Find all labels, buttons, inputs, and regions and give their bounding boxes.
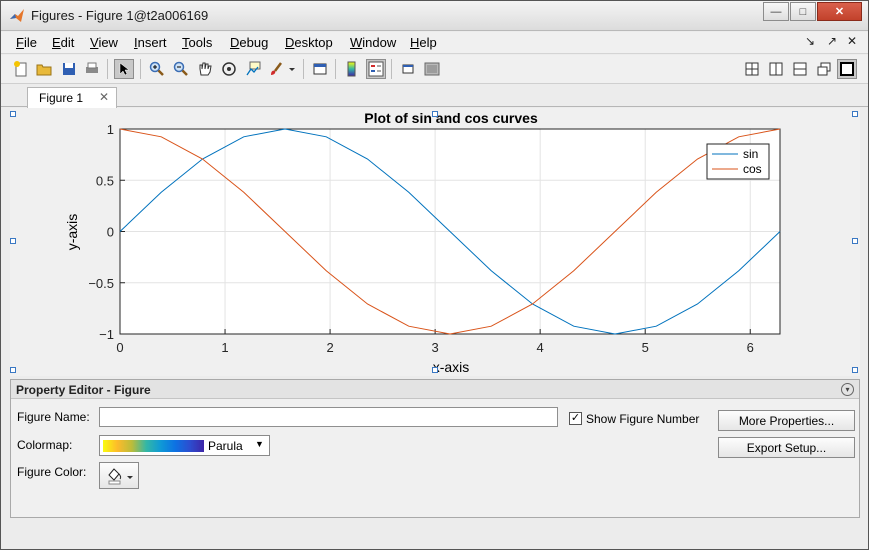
brush-dropdown-icon[interactable]: [286, 59, 298, 79]
selection-handle[interactable]: [432, 111, 438, 117]
y-tick-label: −1: [99, 327, 114, 342]
maximize-icon[interactable]: [837, 59, 857, 79]
pan-icon[interactable]: [195, 59, 215, 79]
maximize-button[interactable]: □: [790, 2, 816, 21]
plot-svg[interactable]: Plot of sin and cos curves x-axis y-axis…: [10, 108, 860, 376]
data-cursor-icon[interactable]: [243, 59, 263, 79]
colormap-value: Parula: [208, 439, 243, 453]
colormap-select[interactable]: Parula ▼: [99, 435, 270, 456]
more-properties-button[interactable]: More Properties...: [718, 410, 855, 431]
x-axis-label: x-axis: [433, 359, 470, 375]
menu-window[interactable]: Window: [350, 35, 396, 50]
edit-plot-icon[interactable]: [114, 59, 134, 79]
menu-file[interactable]: File: [16, 35, 37, 50]
menu-edit[interactable]: Edit: [52, 35, 74, 50]
print-icon[interactable]: [82, 59, 102, 79]
colormap-label: Colormap:: [17, 438, 73, 452]
legend-label: cos: [743, 162, 762, 176]
close-figure-icon[interactable]: ✕: [847, 34, 857, 48]
export-setup-button[interactable]: Export Setup...: [718, 437, 855, 458]
zoom-out-icon[interactable]: [171, 59, 191, 79]
chevron-down-icon: ▼: [255, 439, 264, 449]
y-tick-label: 0: [107, 225, 114, 240]
dock-icon[interactable]: ↗: [827, 34, 837, 48]
y-tick-label: −0.5: [88, 276, 114, 291]
figure-name-label: Figure Name:: [17, 410, 90, 424]
y-tick-label: 0.5: [96, 173, 114, 188]
colorbar-icon[interactable]: [342, 59, 362, 79]
collapse-icon[interactable]: ▾: [841, 383, 854, 396]
save-icon[interactable]: [59, 59, 79, 79]
tab-close-icon[interactable]: ✕: [99, 90, 109, 104]
tab-figure-1[interactable]: Figure 1 ✕: [27, 87, 117, 108]
menu-bar: File Edit View Insert Tools Debug Deskto…: [1, 32, 868, 54]
selection-handle[interactable]: [10, 111, 16, 117]
brush-icon[interactable]: [266, 59, 286, 79]
selection-handle[interactable]: [852, 367, 858, 373]
legend-label: sin: [743, 147, 758, 161]
x-tick-label: 2: [326, 340, 333, 355]
menu-insert[interactable]: Insert: [134, 35, 167, 50]
chart-title: Plot of sin and cos curves: [364, 110, 538, 126]
x-tick-label: 4: [537, 340, 544, 355]
float-icon[interactable]: [814, 59, 834, 79]
selection-handle[interactable]: [432, 367, 438, 373]
window-title: Figures - Figure 1@t2a006169: [31, 8, 209, 23]
figure-color-label: Figure Color:: [17, 465, 87, 479]
x-tick-label: 1: [221, 340, 228, 355]
show-plot-tools-icon[interactable]: [422, 59, 442, 79]
property-editor-title: Property Editor - Figure: [16, 383, 151, 397]
selection-handle[interactable]: [852, 111, 858, 117]
show-figure-number-label: Show Figure Number: [586, 412, 700, 426]
figure-color-button[interactable]: [99, 462, 139, 489]
new-figure-icon[interactable]: [11, 59, 31, 79]
y-axis-label: y-axis: [64, 214, 80, 251]
close-button[interactable]: ✕: [817, 2, 862, 21]
x-tick-label: 5: [642, 340, 649, 355]
figure-window: Figures - Figure 1@t2a006169 — □ ✕ File …: [0, 0, 869, 550]
menu-debug[interactable]: Debug: [230, 35, 268, 50]
status-bar: [1, 521, 868, 549]
menu-view[interactable]: View: [90, 35, 118, 50]
toolbar: [1, 55, 868, 84]
paint-bucket-icon: [108, 468, 133, 485]
zoom-in-icon[interactable]: [147, 59, 167, 79]
minimize-button[interactable]: —: [763, 2, 789, 21]
top-bottom-icon[interactable]: [790, 59, 810, 79]
hide-plot-tools-icon[interactable]: [398, 59, 418, 79]
rotate-3d-icon[interactable]: [219, 59, 239, 79]
x-tick-label: 6: [747, 340, 754, 355]
property-editor-header: Property Editor - Figure ▾: [11, 380, 859, 399]
figure-name-input[interactable]: [99, 407, 558, 427]
left-right-icon[interactable]: [766, 59, 786, 79]
show-figure-number-checkbox[interactable]: ✓: [569, 412, 582, 425]
x-tick-label: 0: [116, 340, 123, 355]
open-icon[interactable]: [34, 59, 54, 79]
menu-desktop[interactable]: Desktop: [285, 35, 333, 50]
tab-strip: Figure 1 ✕: [1, 85, 868, 108]
tile-icon[interactable]: [742, 59, 762, 79]
tab-label: Figure 1: [39, 91, 84, 105]
selection-handle[interactable]: [10, 238, 16, 244]
title-bar: Figures - Figure 1@t2a006169 — □ ✕: [1, 1, 868, 31]
link-plot-icon[interactable]: [310, 59, 330, 79]
figure-canvas[interactable]: Plot of sin and cos curves x-axis y-axis…: [10, 108, 860, 376]
selection-handle[interactable]: [10, 367, 16, 373]
colormap-preview: [103, 440, 204, 452]
legend-icon[interactable]: [366, 59, 386, 79]
matlab-logo-icon: [10, 9, 24, 22]
selection-handle[interactable]: [852, 238, 858, 244]
menu-tools[interactable]: Tools: [182, 35, 212, 50]
x-tick-label: 3: [432, 340, 439, 355]
undock-icon[interactable]: ↘: [805, 34, 815, 48]
property-editor: Property Editor - Figure ▾ Figure Name: …: [10, 379, 860, 518]
y-tick-label: 1: [107, 122, 114, 137]
menu-help[interactable]: Help: [410, 35, 437, 50]
